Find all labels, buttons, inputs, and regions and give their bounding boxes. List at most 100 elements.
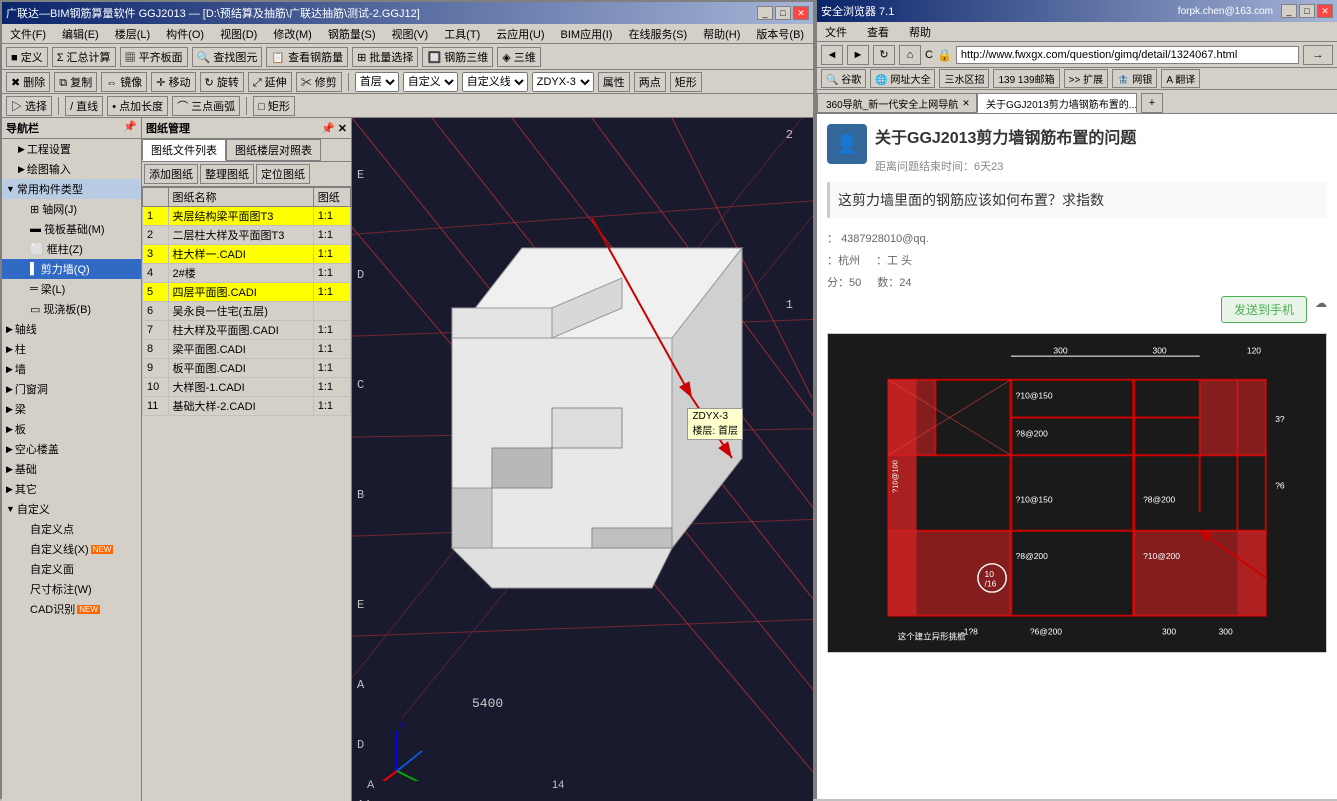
sidebar-pin-icon[interactable]: 📌 [123, 120, 137, 136]
menu-file[interactable]: 文件(F) [6, 26, 50, 42]
btn-align-slab[interactable]: ▦ 平齐板面 [120, 47, 188, 67]
sidebar-group-custom[interactable]: ▼ 自定义 [2, 499, 141, 519]
sidebar-group-common[interactable]: ▼ 常用构件类型 [2, 179, 141, 199]
cad-maximize-button[interactable]: □ [775, 6, 791, 20]
sidebar-group-foundation[interactable]: ▶ 基础 [2, 459, 141, 479]
browser-forward-button[interactable]: ► [847, 45, 869, 65]
cad-viewport[interactable]: E D C B E A D A1 2 1 [352, 118, 813, 801]
fav-url-nav[interactable]: 🌐 网址大全 [870, 69, 935, 88]
btn-find-element[interactable]: 🔍 查找图元 [192, 47, 263, 67]
btn-extend[interactable]: ⤢ 延伸 [248, 72, 292, 92]
sidebar-item-shear-wall[interactable]: ▌ 剪力墙(Q) [2, 259, 141, 279]
sidebar-group-slab2[interactable]: ▶ 板 [2, 419, 141, 439]
btn-define[interactable]: ■ 定义 [6, 47, 48, 67]
sidebar-item-custom-face[interactable]: 自定义面 [2, 559, 141, 579]
btn-property[interactable]: 属性 [598, 72, 630, 92]
table-row[interactable]: 6 吴永良一住宅(五层) [143, 302, 351, 321]
fav-139[interactable]: 139 139邮箱 [993, 69, 1059, 88]
sidebar-item-cast-slab[interactable]: ▭ 现浇板(B) [2, 299, 141, 319]
define-select[interactable]: 自定义 [403, 72, 458, 92]
btn-batch-select[interactable]: ⊞ 批量选择 [352, 47, 418, 67]
btn-two-point[interactable]: 两点 [634, 72, 666, 92]
sidebar-group-beam2[interactable]: ▶ 梁 [2, 399, 141, 419]
browser-home-button[interactable]: ⌂ [899, 45, 921, 65]
sidebar-item-axis[interactable]: ⊞ 轴网(J) [2, 199, 141, 219]
sidebar-item-project-settings[interactable]: ▶ 工程设置 [2, 139, 141, 159]
btn-move[interactable]: ✛ 移动 [151, 72, 195, 92]
btn-view-rebar[interactable]: 📋 查看钢筋量 [266, 47, 348, 67]
table-row[interactable]: 4 2#楼 1:1 [143, 264, 351, 283]
menu-floor[interactable]: 楼层(L) [111, 26, 154, 42]
sidebar-group-axis[interactable]: ▶ 轴线 [2, 319, 141, 339]
menu-cloud[interactable]: 云应用(U) [492, 26, 548, 42]
btn-point-length[interactable]: • 点加长度 [107, 96, 168, 116]
btn-rect-draw[interactable]: □ 矩形 [253, 96, 295, 116]
menu-version[interactable]: 版本号(B) [752, 26, 808, 42]
cad-minimize-button[interactable]: _ [757, 6, 773, 20]
tab-360-close[interactable]: ✕ [962, 98, 970, 109]
table-row[interactable]: 10 大样图-1.CADI 1:1 [143, 378, 351, 397]
menu-edit[interactable]: 编辑(E) [58, 26, 103, 42]
table-row[interactable]: 2 二层柱大样及平面图T3 1:1 [143, 226, 351, 245]
table-row[interactable]: 8 梁平面图.CADI 1:1 [143, 340, 351, 359]
fav-google[interactable]: 🔍 谷歌 [821, 69, 866, 88]
floor-select[interactable]: 首层 二层 [355, 72, 399, 92]
sidebar-group-column[interactable]: ▶ 柱 [2, 339, 141, 359]
menu-component[interactable]: 构件(O) [162, 26, 208, 42]
btn-copy[interactable]: ⧉ 复制 [54, 72, 97, 92]
sidebar-item-dimension[interactable]: 尺寸标注(W) [2, 579, 141, 599]
table-row[interactable]: 7 柱大样及平面图.CADI 1:1 [143, 321, 351, 340]
tab-360-nav[interactable]: 360导航_新一代安全上网导航 ✕ [817, 93, 977, 113]
btn-three-point-arc[interactable]: ⌒ 三点画弧 [172, 96, 240, 116]
btn-add-drawing[interactable]: 添加图纸 [144, 164, 198, 184]
fav-netbank[interactable]: 🏦 网银 [1112, 69, 1157, 88]
browser-menu-help[interactable]: 帮助 [905, 24, 935, 40]
sidebar-item-frame-column[interactable]: ⬜ 框柱(Z) [2, 239, 141, 259]
sidebar-item-raft[interactable]: ▬ 筏板基础(M) [2, 219, 141, 239]
sidebar-item-beam[interactable]: ═ 梁(L) [2, 279, 141, 299]
menu-help[interactable]: 帮助(H) [699, 26, 744, 42]
menu-online[interactable]: 在线服务(S) [624, 26, 691, 42]
table-row[interactable]: 5 四层平面图.CADI 1:1 [143, 283, 351, 302]
fav-expand[interactable]: >> 扩展 [1064, 69, 1108, 88]
cad-close-button[interactable]: ✕ [793, 6, 809, 20]
sidebar-item-custom-point[interactable]: 自定义点 [2, 519, 141, 539]
btn-rotate[interactable]: ↻ 旋转 [200, 72, 244, 92]
table-row[interactable]: 9 板平面图.CADI 1:1 [143, 359, 351, 378]
menu-modify[interactable]: 修改(M) [269, 26, 316, 42]
sidebar-item-custom-line[interactable]: 自定义线(X) NEW [2, 539, 141, 559]
btn-rectangle[interactable]: 矩形 [670, 72, 702, 92]
btn-sum[interactable]: Σ 汇总计算 [52, 47, 116, 67]
send-phone-button[interactable]: 发送到手机 [1221, 296, 1307, 323]
tab-floor-map[interactable]: 图纸楼层对照表 [226, 139, 321, 161]
sidebar-group-wall[interactable]: ▶ 墙 [2, 359, 141, 379]
browser-menu-file[interactable]: 文件 [821, 24, 851, 40]
table-row[interactable]: 1 夹层结构梁平面图T3 1:1 [143, 207, 351, 226]
sidebar-item-cad-recognize[interactable]: CAD识别 NEW [2, 599, 141, 619]
fav-translate[interactable]: A 翻译 [1161, 69, 1200, 88]
browser-back-button[interactable]: ◄ [821, 45, 843, 65]
btn-select[interactable]: ▷ 选择 [6, 96, 52, 116]
file-panel-close[interactable]: 📌 ✕ [321, 122, 347, 135]
sidebar-item-drawing-input[interactable]: ▶ 绘图输入 [2, 159, 141, 179]
menu-tools[interactable]: 工具(T) [440, 26, 484, 42]
btn-mirror[interactable]: ⇔ 镜像 [101, 72, 147, 92]
browser-menu-view[interactable]: 查看 [863, 24, 893, 40]
menu-rebar[interactable]: 钢筋量(S) [324, 26, 380, 42]
btn-3d[interactable]: ◈ 三维 [497, 47, 541, 67]
tab-file-list[interactable]: 图纸文件列表 [142, 139, 226, 161]
browser-go-button[interactable]: → [1303, 45, 1333, 65]
sidebar-group-other[interactable]: ▶ 其它 [2, 479, 141, 499]
sidebar-group-hollow[interactable]: ▶ 空心楼盖 [2, 439, 141, 459]
tab-question[interactable]: 关于GGJ2013剪力墙钢筋布置的... ✕ [977, 93, 1137, 113]
btn-rebar-3d[interactable]: 🔲 钢筋三维 [422, 47, 493, 67]
table-row[interactable]: 11 基础大样-2.CADI 1:1 [143, 397, 351, 416]
btn-organize-drawing[interactable]: 整理图纸 [200, 164, 254, 184]
table-row[interactable]: 3 柱大样一.CADI 1:1 [143, 245, 351, 264]
btn-trim[interactable]: ✂ 修剪 [296, 72, 342, 92]
browser-address-bar[interactable] [956, 46, 1299, 64]
menu-view[interactable]: 视图(D) [216, 26, 261, 42]
btn-delete[interactable]: ✖ 删除 [6, 72, 50, 92]
btn-locate-drawing[interactable]: 定位图纸 [256, 164, 310, 184]
browser-maximize-button[interactable]: □ [1299, 4, 1315, 18]
